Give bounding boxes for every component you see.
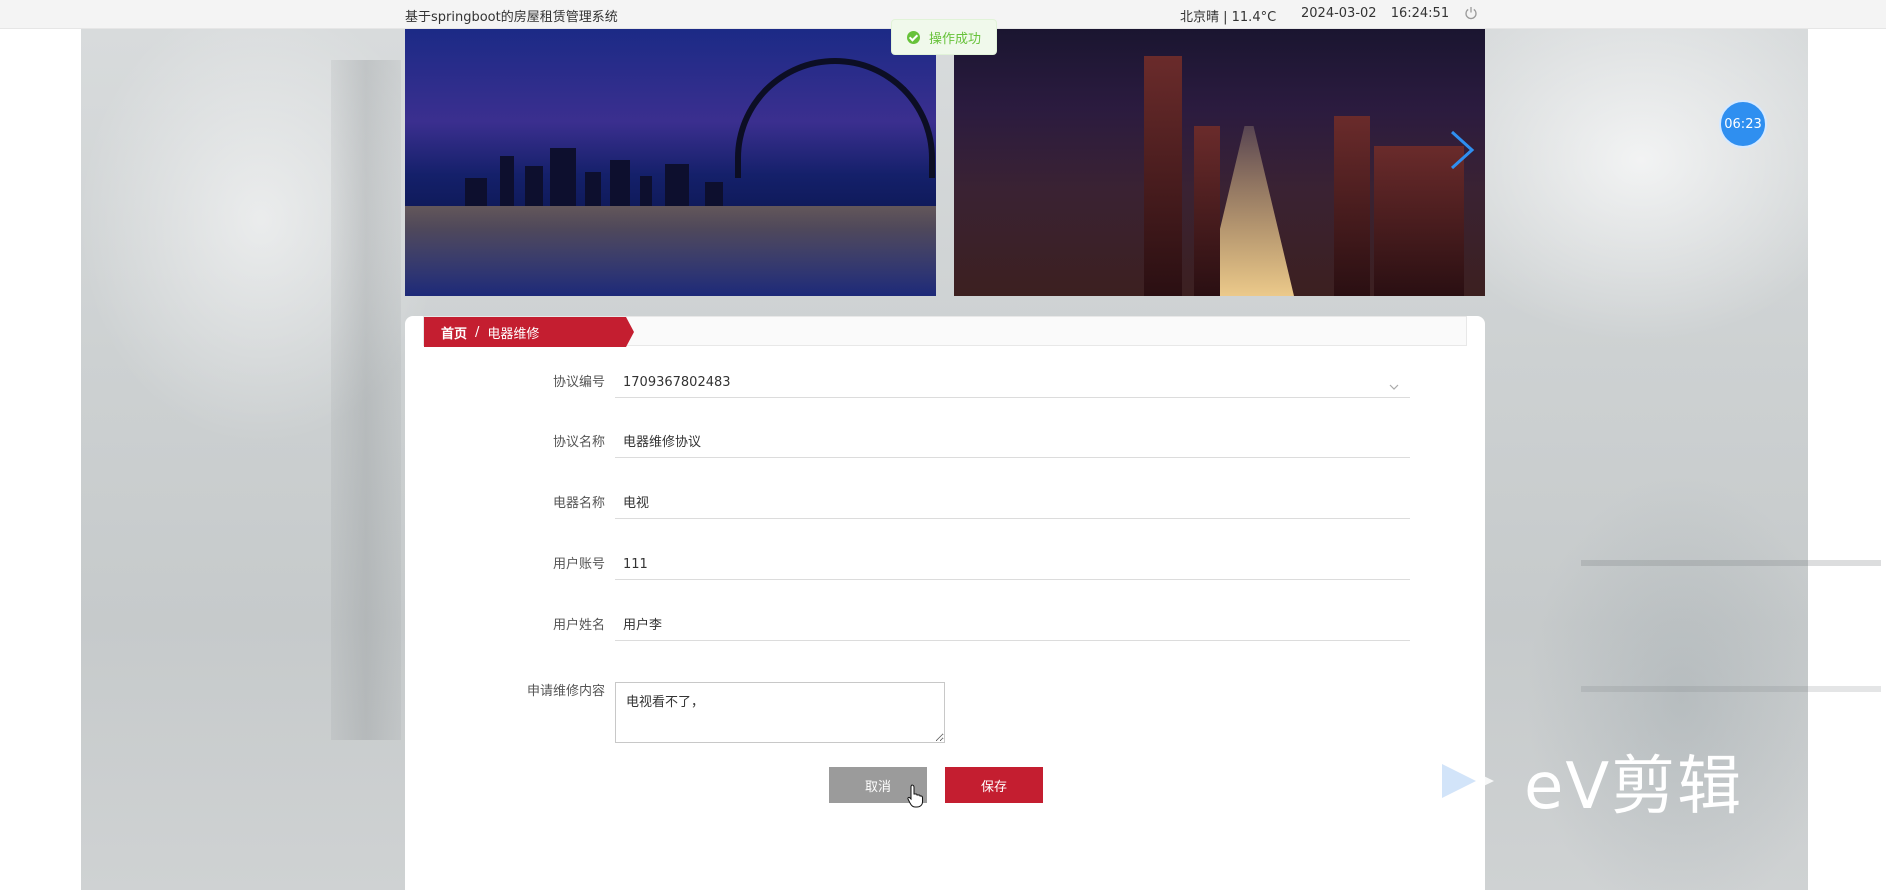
background-pillar [331, 60, 401, 740]
carousel-slide-city-night[interactable] [954, 28, 1485, 296]
ev-editor-watermark: eV剪辑 [1428, 742, 1788, 824]
form-row-user-name: 用户姓名 [405, 611, 1485, 641]
check-circle-icon [907, 30, 920, 44]
background-railing [1581, 560, 1881, 692]
chevron-down-icon[interactable] [1389, 377, 1399, 390]
water-reflection [405, 206, 936, 296]
appliance-name-input[interactable] [615, 489, 1410, 519]
success-toast: 操作成功 [891, 19, 997, 55]
breadcrumb-separator: / [475, 324, 480, 340]
form-row-agreement-no: 协议编号 1709367802483 [405, 368, 1485, 398]
current-time: 16:24:51 [1390, 6, 1450, 21]
current-date: 2024-03-02 [1301, 6, 1377, 21]
breadcrumb-bar: 首页 / 电器维修 [423, 316, 1467, 347]
timer-bubble: 06:23 [1719, 100, 1767, 148]
form-row-repair-content: 申请维修内容 电视看不了， [405, 682, 1485, 743]
repair-content-textarea[interactable]: 电视看不了， [615, 682, 945, 743]
banner-carousel[interactable] [405, 28, 1485, 296]
weather-info: 北京晴 | 11.4°C [1180, 10, 1277, 25]
tower-shape [1334, 116, 1370, 296]
appliance-name-label: 电器名称 [552, 496, 605, 511]
timer-value: 06:23 [1724, 116, 1762, 132]
tower-shape [1194, 126, 1220, 296]
site-title: 基于springboot的房屋租赁管理系统 [405, 10, 618, 25]
tower-shape [1144, 56, 1182, 296]
play-logo-icon [1428, 746, 1498, 816]
user-name-input[interactable] [615, 611, 1410, 641]
toast-message: 操作成功 [929, 31, 982, 47]
content-card: 首页 / 电器维修 协议编号 1709367802483 协议名称 电器名称 用… [405, 316, 1485, 890]
power-icon[interactable] [1464, 6, 1478, 20]
agreement-no-label: 协议编号 [552, 375, 605, 390]
user-name-label: 用户姓名 [552, 618, 605, 633]
breadcrumb: 首页 / 电器维修 [424, 317, 634, 347]
carousel-next-arrow-icon[interactable] [1446, 128, 1476, 172]
form-row-user-account: 用户账号 [405, 550, 1485, 580]
agreement-no-select[interactable]: 1709367802483 [615, 368, 1410, 398]
agreement-name-label: 协议名称 [552, 435, 605, 450]
agreement-name-input[interactable] [615, 428, 1410, 458]
form-row-appliance-name: 电器名称 [405, 489, 1485, 519]
watermark-text: eV剪辑 [1524, 750, 1744, 824]
breadcrumb-home-link[interactable]: 首页 [441, 323, 467, 342]
carousel-slide-harbour[interactable] [405, 28, 936, 296]
datetime-display: 2024-03-02 16:24:51 [1301, 6, 1449, 21]
user-account-input[interactable] [615, 550, 1410, 580]
repair-content-label: 申请维修内容 [526, 684, 605, 699]
user-account-label: 用户账号 [552, 557, 605, 572]
save-button[interactable]: 保存 [945, 767, 1043, 803]
hand-cursor-icon [907, 784, 923, 808]
city-skyline [405, 146, 936, 206]
breadcrumb-current: 电器维修 [487, 326, 540, 342]
form-row-agreement-name: 协议名称 [405, 428, 1485, 458]
